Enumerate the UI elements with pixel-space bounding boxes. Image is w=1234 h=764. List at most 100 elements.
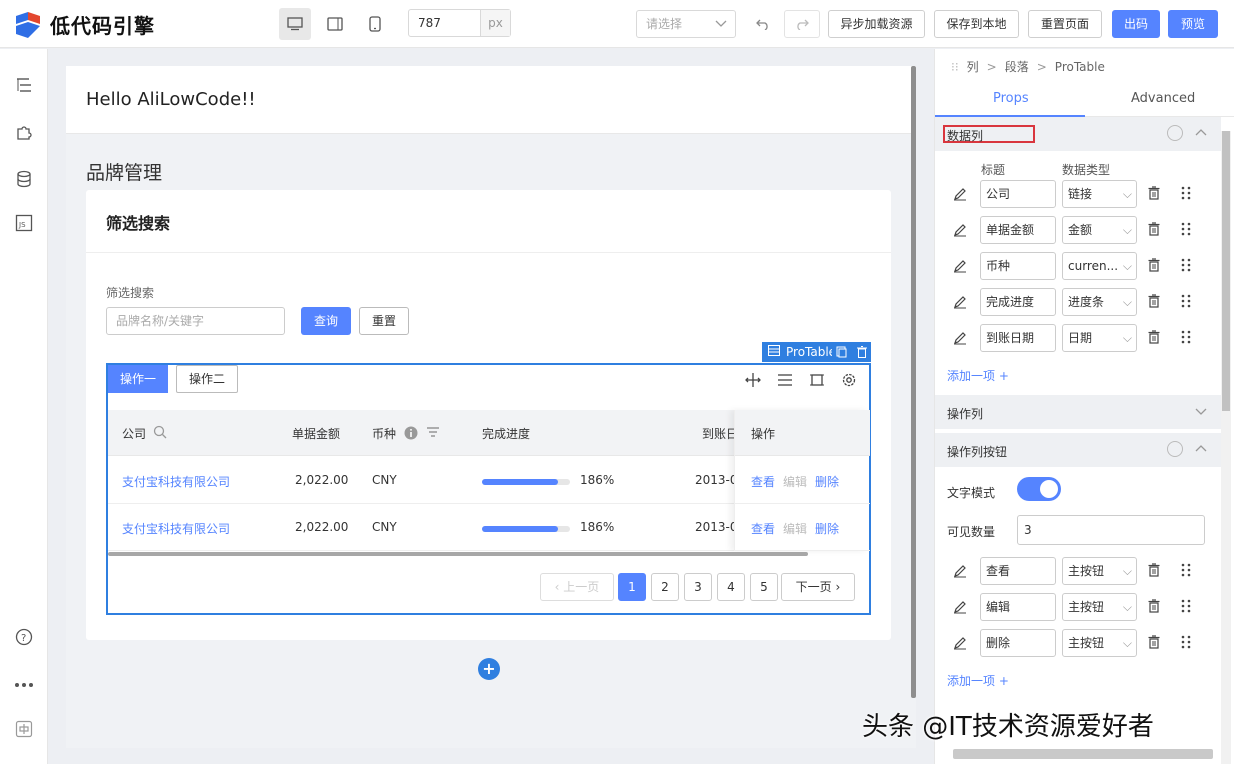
trash-icon[interactable] <box>1148 258 1160 275</box>
outline-tree-icon[interactable] <box>14 75 34 95</box>
desktop-device-button[interactable] <box>279 8 311 40</box>
column-type-select[interactable]: 进度条 ⌵ <box>1062 288 1137 316</box>
variable-bind-icon[interactable] <box>1167 125 1183 141</box>
preview-button[interactable]: 预览 <box>1168 10 1218 38</box>
page-4-button[interactable]: 4 <box>717 573 745 601</box>
table-horizontal-scrollbar[interactable] <box>108 552 808 556</box>
panel-scrollbar[interactable] <box>1221 131 1231 764</box>
delete-action[interactable]: 删除 <box>815 473 839 490</box>
trash-icon[interactable] <box>1148 599 1160 616</box>
reset-page-button[interactable]: 重置页面 <box>1028 10 1102 38</box>
tablet-device-button[interactable] <box>319 8 351 40</box>
add-data-column-link[interactable]: 添加一项 + <box>947 367 1009 384</box>
breadcrumb-item[interactable]: 段落 <box>1005 58 1029 75</box>
redo-button[interactable] <box>784 10 820 38</box>
canvas-scrollbar[interactable] <box>911 66 916 698</box>
canvas-width-input[interactable]: 787 px <box>408 9 511 37</box>
section-action-column[interactable]: 操作列 <box>935 395 1221 429</box>
add-action-button-link[interactable]: 添加一项 + <box>947 672 1009 689</box>
pencil-icon[interactable] <box>953 600 967 617</box>
fullscreen-icon[interactable] <box>808 371 826 389</box>
query-button[interactable]: 查询 <box>301 307 351 335</box>
breadcrumb-item[interactable]: ProTable <box>1055 60 1105 74</box>
search-icon[interactable] <box>153 425 167 442</box>
button-type-select[interactable]: 主按钮 ⌵ <box>1062 557 1137 585</box>
filter-card[interactable]: 筛选搜索 筛选搜索 品牌名称/关键字 查询 重置 ProTable 操作一 操作… <box>86 190 891 640</box>
next-page-button[interactable]: 下一页 › <box>781 573 855 601</box>
drag-handle-icon[interactable] <box>1181 635 1191 652</box>
pencil-icon[interactable] <box>953 187 967 204</box>
pencil-icon[interactable] <box>953 564 967 581</box>
save-local-button[interactable]: 保存到本地 <box>934 10 1019 38</box>
drag-handle-icon[interactable] <box>1181 563 1191 580</box>
trash-icon[interactable] <box>1148 563 1160 580</box>
pencil-icon[interactable] <box>953 223 967 240</box>
trash-icon[interactable] <box>1148 294 1160 311</box>
text-mode-toggle[interactable] <box>1017 477 1061 501</box>
panel-horizontal-scrollbar[interactable] <box>953 749 1213 759</box>
trash-icon[interactable] <box>1148 635 1160 652</box>
add-component-button[interactable]: + <box>478 658 500 680</box>
drag-handle-icon[interactable] <box>1181 222 1191 239</box>
chevron-up-icon[interactable] <box>1195 443 1207 458</box>
column-title-input[interactable]: 完成进度 <box>980 288 1056 316</box>
view-action[interactable]: 查看 <box>751 473 775 490</box>
tab-advanced[interactable]: Advanced <box>1131 91 1195 106</box>
language-icon[interactable] <box>14 719 34 739</box>
trash-icon[interactable] <box>1148 222 1160 239</box>
filter-input[interactable]: 品牌名称/关键字 <box>106 307 285 335</box>
edit-action[interactable]: 编辑 <box>783 520 807 537</box>
page-3-button[interactable]: 3 <box>684 573 712 601</box>
page-1-button[interactable]: 1 <box>618 573 646 601</box>
pencil-icon[interactable] <box>953 636 967 653</box>
locale-select[interactable]: 请选择 <box>636 10 736 38</box>
chevron-down-icon[interactable] <box>1195 405 1207 420</box>
gear-icon[interactable] <box>840 371 858 389</box>
export-code-button[interactable]: 出码 <box>1112 10 1160 38</box>
canvas-width-value[interactable]: 787 <box>409 10 480 36</box>
view-action[interactable]: 查看 <box>751 520 775 537</box>
button-type-select[interactable]: 主按钮 ⌵ <box>1062 629 1137 657</box>
component-puzzle-icon[interactable] <box>14 122 34 142</box>
undo-button[interactable] <box>745 10 781 38</box>
column-setting-icon[interactable] <box>776 371 794 389</box>
column-title-input[interactable]: 单据金额 <box>980 216 1056 244</box>
info-icon[interactable] <box>404 426 418 443</box>
delete-action[interactable]: 删除 <box>815 520 839 537</box>
more-icon[interactable] <box>14 675 34 695</box>
button-type-select[interactable]: 主按钮 ⌵ <box>1062 593 1137 621</box>
js-code-icon[interactable]: JS <box>14 213 34 233</box>
column-type-select[interactable]: 链接 ⌵ <box>1062 180 1137 208</box>
drag-handle-icon[interactable] <box>1181 294 1191 311</box>
drag-handle-icon[interactable] <box>1181 599 1191 616</box>
delete-node-button[interactable] <box>852 342 871 362</box>
drag-handle-icon[interactable] <box>1181 330 1191 347</box>
pencil-icon[interactable] <box>953 295 967 312</box>
protable[interactable]: 操作一 操作二 公司 单据金额 币种 完成进度 到账日 支付宝科技有限公司 2,… <box>106 363 871 615</box>
pencil-icon[interactable] <box>953 331 967 348</box>
data-source-icon[interactable] <box>14 169 34 189</box>
trash-icon[interactable] <box>1148 330 1160 347</box>
button-title-input[interactable]: 查看 <box>980 557 1056 585</box>
company-link[interactable]: 支付宝科技有限公司 <box>122 520 230 537</box>
filter-icon[interactable] <box>426 426 440 441</box>
page-5-button[interactable]: 5 <box>750 573 778 601</box>
column-title-input[interactable]: 到账日期 <box>980 324 1056 352</box>
phone-device-button[interactable] <box>359 8 391 40</box>
button-title-input[interactable]: 编辑 <box>980 593 1056 621</box>
page-2-button[interactable]: 2 <box>651 573 679 601</box>
company-link[interactable]: 支付宝科技有限公司 <box>122 473 230 490</box>
copy-node-button[interactable] <box>832 342 851 362</box>
prev-page-button[interactable]: ‹ 上一页 <box>540 573 614 601</box>
pencil-icon[interactable] <box>953 259 967 276</box>
column-title-input[interactable]: 公司 <box>980 180 1056 208</box>
drag-handle-icon[interactable] <box>1181 186 1191 203</box>
section-data-columns[interactable]: 数据列 <box>935 117 1221 151</box>
edit-action[interactable]: 编辑 <box>783 473 807 490</box>
async-load-button[interactable]: 异步加载资源 <box>828 10 925 38</box>
column-title-input[interactable]: 币种 <box>980 252 1056 280</box>
column-type-select[interactable]: 日期 ⌵ <box>1062 324 1137 352</box>
op-tab-2[interactable]: 操作二 <box>176 365 238 393</box>
column-type-select[interactable]: 金额 ⌵ <box>1062 216 1137 244</box>
panel-scrollbar-thumb[interactable] <box>1222 131 1230 411</box>
